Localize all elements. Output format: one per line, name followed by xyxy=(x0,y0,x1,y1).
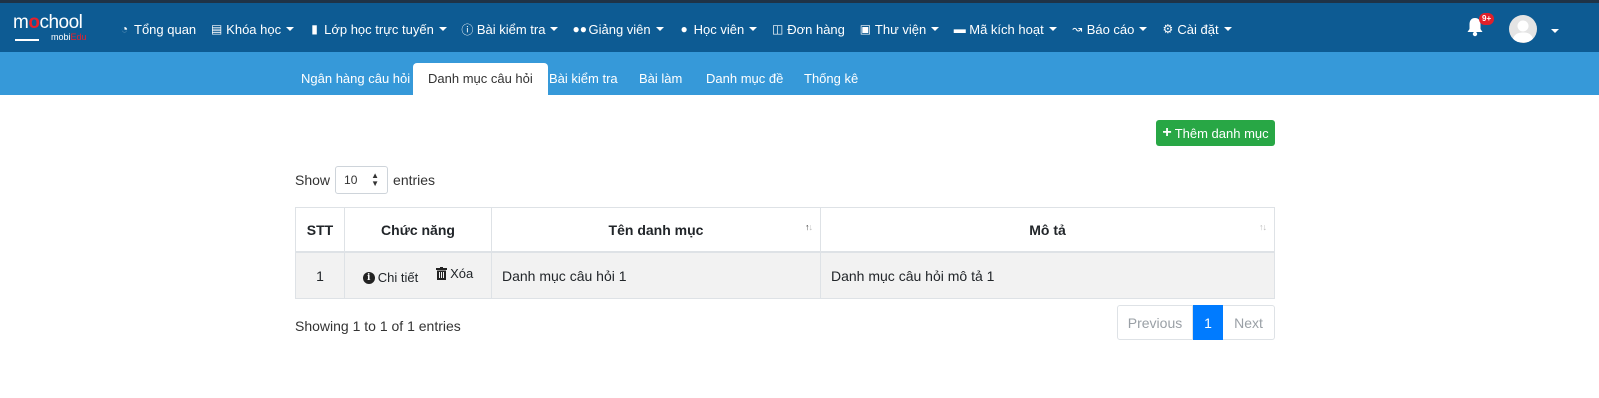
nav-item-label: Tổng quan xyxy=(134,21,197,37)
cell-name: Danh mục câu hỏi 1 xyxy=(491,251,821,299)
cart-icon: ◫ xyxy=(772,22,784,36)
nav-item-label: Báo cáo xyxy=(1086,21,1135,37)
tab-question-bank[interactable]: Ngân hàng câu hỏi xyxy=(286,63,425,95)
nav-item-library[interactable]: ▣ Thư viện xyxy=(859,21,940,37)
top-navbar: mochool mobiEdu ◔ Tổng quan ▤ Khóa học ▮… xyxy=(0,0,1599,52)
delete-button[interactable]: Xóa xyxy=(436,266,473,281)
tab-tests[interactable]: Bài kiểm tra xyxy=(534,63,633,95)
column-header-actions: Chức năng xyxy=(344,207,492,253)
book-icon: ▣ xyxy=(859,22,872,36)
nav-item-overview[interactable]: ◔ Tổng quan xyxy=(118,22,196,37)
show-label: Show xyxy=(295,172,331,188)
tab-statistics[interactable]: Thống kê xyxy=(789,63,873,95)
nav-item-teachers[interactable]: ●● Giảng viên xyxy=(572,21,664,37)
gears-icon: ⚙ xyxy=(1162,22,1174,36)
delete-label: Xóa xyxy=(450,265,474,281)
column-header-name[interactable]: Tên danh mục ↑↓ xyxy=(491,207,821,253)
tab-exam-categories[interactable]: Danh mục đề xyxy=(691,63,798,95)
pagination: Previous 1 Next xyxy=(1117,305,1275,340)
nav-item-online-class[interactable]: ▮ Lớp học trực tuyến xyxy=(308,22,447,37)
detail-button[interactable]: i Chi tiết xyxy=(362,270,419,286)
question-icon: ⓘ xyxy=(461,22,474,37)
nav-item-label: Đơn hàng xyxy=(787,21,845,37)
plus-icon: + xyxy=(1162,124,1172,141)
cell-stt: 1 xyxy=(295,251,345,299)
sort-icon: ↑↓ xyxy=(805,222,813,232)
nav-item-courses[interactable]: ▤ Khóa học xyxy=(210,21,295,37)
card-icon: ▬ xyxy=(953,22,966,36)
avatar[interactable] xyxy=(1509,15,1537,43)
nav-item-reports[interactable]: ↝ Báo cáo xyxy=(1071,22,1148,37)
caret-down-icon xyxy=(438,27,447,31)
add-category-button[interactable]: + Thêm danh mục xyxy=(1156,120,1275,146)
nav-item-label: Thư viện xyxy=(874,21,927,37)
table-info: Showing 1 to 1 of 1 entries xyxy=(295,318,461,334)
nav-item-label: Giảng viên xyxy=(588,21,651,37)
entries-per-page-select[interactable]: 10 ▲ ▼ xyxy=(335,166,389,194)
detail-label: Chi tiết xyxy=(377,270,419,286)
info-icon: i xyxy=(362,271,375,284)
column-header-name-label: Tên danh mục xyxy=(608,221,704,238)
column-header-description-label: Mô tả xyxy=(1029,221,1066,238)
nav-item-label: Lớp học trực tuyến xyxy=(324,21,434,37)
user-icon: ● xyxy=(680,22,688,36)
cell-actions: i Chi tiết Xóa xyxy=(344,251,492,299)
tab-question-categories[interactable]: Danh mục câu hỏi xyxy=(413,63,548,95)
sub-tab-bar: Ngân hàng câu hỏi Danh mục câu hỏi Bài k… xyxy=(0,52,1599,95)
pagination-previous-button[interactable]: Previous xyxy=(1117,305,1193,340)
caret-down-icon xyxy=(931,27,940,31)
sort-icon: ↑↓ xyxy=(1259,222,1267,232)
caret-down-icon xyxy=(1139,27,1148,31)
table-row: 1 i Chi tiết Xóa Danh mục câu hỏi 1 Danh… xyxy=(295,251,1275,299)
column-header-stt[interactable]: STT xyxy=(295,207,345,253)
categories-table: STT Chức năng Tên danh mục ↑↓ Mô tả ↑↓ 1… xyxy=(295,207,1275,299)
caret-down-icon xyxy=(286,27,295,31)
user-avatar-icon xyxy=(1512,20,1534,42)
nav-item-tests[interactable]: ⓘ Bài kiểm tra xyxy=(461,21,559,38)
caret-down-icon xyxy=(550,27,559,31)
brand-logo[interactable]: mochool mobiEdu xyxy=(13,12,101,46)
video-icon: ▮ xyxy=(311,22,318,36)
column-header-description[interactable]: Mô tả ↑↓ xyxy=(820,207,1275,253)
nav-item-orders[interactable]: ◫ Đơn hàng xyxy=(771,22,845,37)
entries-per-page-value: 10 xyxy=(344,173,358,187)
main-nav: ◔ Tổng quan ▤ Khóa học ▮ Lớp học trực tu… xyxy=(118,3,1246,55)
notification-badge: 9+ xyxy=(1479,13,1495,25)
nav-item-label: Cài đặt xyxy=(1177,21,1219,37)
caret-down-icon xyxy=(655,27,664,31)
caret-down-icon xyxy=(749,27,758,31)
nav-item-label: Khóa học xyxy=(226,21,282,37)
caret-down-icon xyxy=(1223,27,1232,31)
nav-item-activation-code[interactable]: ▬ Mã kích hoạt xyxy=(953,21,1057,37)
tab-submissions[interactable]: Bài làm xyxy=(624,63,697,95)
nav-item-label: Bài kiểm tra xyxy=(476,21,546,37)
add-category-label: Thêm danh mục xyxy=(1174,125,1269,141)
caret-down-icon[interactable] xyxy=(1551,29,1559,33)
users-icon: ●● xyxy=(572,22,587,36)
cell-description: Danh mục câu hỏi mô tả 1 xyxy=(820,251,1275,299)
nav-item-label: Học viên xyxy=(693,21,745,37)
pagination-page-button[interactable]: 1 xyxy=(1193,305,1223,340)
entries-length-control: Show 10 ▲ ▼ entries xyxy=(295,166,435,194)
select-arrows-icon: ▲ ▼ xyxy=(371,171,380,188)
caret-down-icon xyxy=(1048,27,1057,31)
nav-item-label: Mã kích hoạt xyxy=(969,21,1044,37)
chart-icon: ↝ xyxy=(1072,22,1083,36)
nav-item-settings[interactable]: ⚙ Cài đặt xyxy=(1161,21,1232,37)
list-icon: ▤ xyxy=(211,22,223,36)
dashboard-icon: ◔ xyxy=(120,22,129,36)
trash-icon xyxy=(436,266,448,280)
pagination-next-button[interactable]: Next xyxy=(1223,305,1275,340)
nav-item-students[interactable]: ● Học viên xyxy=(678,22,758,37)
entries-label: entries xyxy=(393,172,436,188)
